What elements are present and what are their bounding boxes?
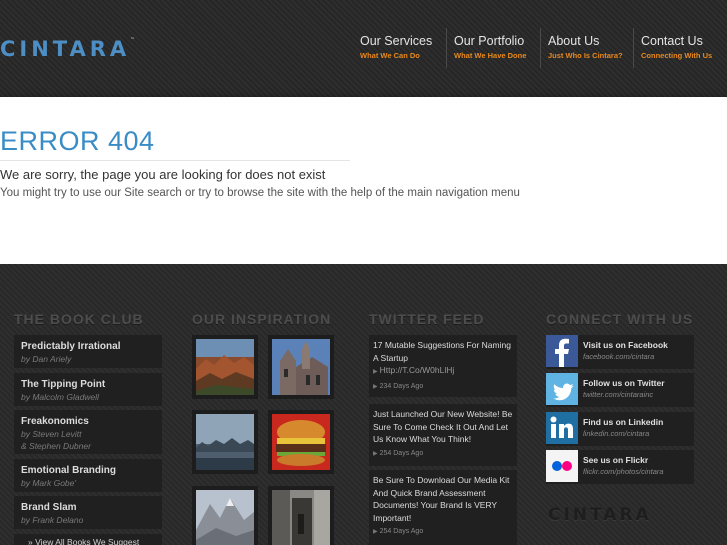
main-nav: Our Services What We Can Do Our Portfoli…: [353, 28, 727, 68]
error-message: We are sorry, the page you are looking f…: [0, 167, 326, 182]
tweet-text: Just Launched Our New Website! Be Sure T…: [373, 409, 513, 444]
twitter-icon: [546, 373, 578, 405]
book-author: by Malcolm Gladwell: [21, 392, 99, 402]
twitter-feed-title: TWITTER FEED: [369, 311, 485, 327]
nav-item-contact[interactable]: Contact Us Connecting With Us: [633, 28, 727, 68]
bullet-icon: ▶: [373, 369, 378, 375]
view-all-books-link[interactable]: » View All Books We Suggest: [14, 534, 162, 545]
book-author: by Frank Delano: [21, 515, 84, 525]
social-title[interactable]: Follow us on Twitter: [583, 378, 665, 388]
social-link-linkedin[interactable]: Find us on Linkedin linkedin.com/cintara: [546, 412, 694, 446]
bullet-icon: ▶: [373, 383, 378, 390]
social-title[interactable]: Visit us on Facebook: [583, 340, 668, 350]
book-title[interactable]: Brand Slam: [21, 501, 155, 514]
book-author: & Stephen Dubner: [21, 441, 91, 451]
nav-item-portfolio[interactable]: Our Portfolio What We Have Done: [446, 28, 540, 68]
book-club-title: THE BOOK CLUB: [14, 311, 144, 327]
footer-brand-logo: CINTARA: [548, 505, 652, 525]
social-link-facebook[interactable]: Visit us on Facebook facebook.com/cintar…: [546, 335, 694, 369]
nav-label[interactable]: Our Portfolio: [454, 34, 533, 48]
nav-sublabel[interactable]: Connecting With Us: [641, 51, 720, 60]
book-author: by Mark Gobe': [21, 478, 77, 488]
burger-photo: [272, 414, 330, 470]
book-title[interactable]: Freakonomics: [21, 415, 155, 428]
book-title[interactable]: The Tipping Point: [21, 378, 155, 391]
canyon-photo: [196, 339, 254, 395]
book-title[interactable]: Emotional Branding: [21, 464, 155, 477]
connect-title: CONNECT WITH US: [546, 311, 694, 327]
nav-item-services[interactable]: Our Services What We Can Do: [353, 28, 446, 68]
social-link-twitter[interactable]: Follow us on Twitter twitter.com/cintara…: [546, 373, 694, 407]
social-title[interactable]: Find us on Linkedin: [583, 417, 663, 427]
error-title: ERROR 404: [0, 126, 155, 156]
tweet-item: Be Sure To Download Our Media Kit And Qu…: [369, 470, 517, 545]
tweet-item: Just Launched Our New Website! Be Sure T…: [369, 404, 517, 466]
social-url: linkedin.com/cintara: [583, 429, 650, 438]
inspiration-thumb[interactable]: [192, 410, 258, 474]
error-hint: You might try to use our Site search or …: [0, 187, 520, 199]
church-photo: [272, 339, 330, 395]
book-item[interactable]: Predictably Irrational by Dan Ariely: [14, 335, 162, 368]
tweet-time: ▶ 234 Days Ago: [373, 382, 424, 390]
book-item[interactable]: Emotional Branding by Mark Gobe': [14, 459, 162, 492]
bullet-icon: ▶: [373, 529, 378, 535]
doorway-photo: [272, 490, 330, 545]
nav-label[interactable]: Contact Us: [641, 34, 720, 48]
social-title[interactable]: See us on Flickr: [583, 455, 648, 465]
nav-label[interactable]: Our Services: [360, 34, 439, 48]
social-url: facebook.com/cintara: [583, 352, 655, 361]
book-author: by Dan Ariely: [21, 354, 72, 364]
flickr-icon: [546, 450, 578, 482]
inspiration-thumb[interactable]: [268, 486, 334, 545]
book-author: by Steven Levitt: [21, 429, 82, 439]
inspiration-thumb[interactable]: [192, 335, 258, 399]
tweet-text: 17 Mutable Suggestions For Naming A Star…: [373, 340, 511, 363]
nav-label[interactable]: About Us: [548, 34, 626, 48]
tweet-link[interactable]: ▶ Http://T.Co/W0hLlHj: [373, 364, 513, 379]
divider: [0, 160, 350, 161]
tweet-item: 17 Mutable Suggestions For Naming A Star…: [369, 335, 517, 397]
site-header: CINTARA™ Our Services What We Can Do Our…: [0, 0, 727, 97]
tweet-time: ▶ 254 Days Ago: [373, 449, 424, 457]
book-item[interactable]: Freakonomics by Steven Levitt & Stephen …: [14, 410, 162, 454]
facebook-icon: [546, 335, 578, 367]
tweet-time: ▶ 254 Days Ago: [373, 528, 424, 535]
nav-item-about[interactable]: About Us Just Who Is Cintara?: [540, 28, 633, 68]
inspiration-thumb[interactable]: [268, 335, 334, 399]
book-item[interactable]: The Tipping Point by Malcolm Gladwell: [14, 373, 162, 406]
tweet-text: Be Sure To Download Our Media Kit And Qu…: [373, 475, 510, 523]
nav-sublabel[interactable]: What We Can Do: [360, 51, 439, 60]
nav-sublabel[interactable]: Just Who Is Cintara?: [548, 51, 626, 60]
inspiration-thumb[interactable]: [268, 410, 334, 474]
bullet-icon: ▶: [373, 450, 378, 457]
brand-logo[interactable]: CINTARA™: [0, 37, 135, 61]
book-title[interactable]: Predictably Irrational: [21, 340, 155, 353]
mountain-photo: [196, 490, 254, 545]
book-item[interactable]: Brand Slam by Frank Delano: [14, 496, 162, 529]
site-footer: THE BOOK CLUB Predictably Irrational by …: [0, 264, 727, 545]
inspiration-title: OUR INSPIRATION: [192, 311, 332, 327]
nav-sublabel[interactable]: What We Have Done: [454, 51, 533, 60]
inspiration-thumb[interactable]: [192, 486, 258, 545]
linkedin-icon: [546, 412, 578, 444]
city-skyline-photo: [196, 414, 254, 470]
main-content: ERROR 404 We are sorry, the page you are…: [0, 97, 727, 264]
social-url: flickr.com/photos/cintara: [583, 467, 664, 476]
social-url: twitter.com/cintarainc: [583, 390, 654, 399]
social-link-flickr[interactable]: See us on Flickr flickr.com/photos/cinta…: [546, 450, 694, 484]
